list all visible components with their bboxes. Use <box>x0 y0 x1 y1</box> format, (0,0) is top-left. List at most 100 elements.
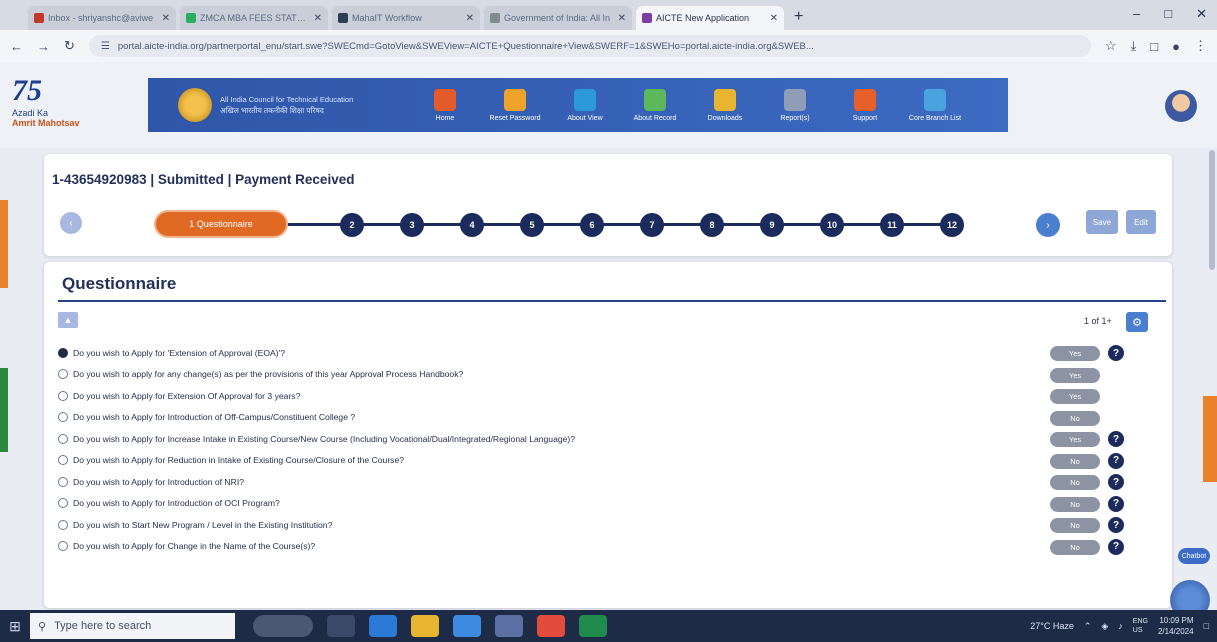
step-10[interactable]: 10 <box>820 213 844 237</box>
browser-tab[interactable]: Inbox - shriyanshc@aviwe ✕ <box>28 6 176 30</box>
mail-icon[interactable] <box>453 615 481 637</box>
taskbar-search[interactable]: ⚲ Type here to search <box>30 613 235 639</box>
reload-icon[interactable]: ↻ <box>64 38 75 54</box>
forward-icon[interactable]: → <box>37 39 50 54</box>
close-icon[interactable]: ✕ <box>1196 6 1207 22</box>
answer-toggle[interactable]: Yes <box>1050 432 1100 447</box>
nav-item-support[interactable]: Support <box>830 88 900 122</box>
help-icon[interactable]: ? <box>1108 538 1124 555</box>
row-select-radio[interactable] <box>58 390 68 401</box>
step-2[interactable]: 2 <box>340 213 364 237</box>
nav-item-home[interactable]: Home <box>410 88 480 122</box>
save-button[interactable]: Save <box>1086 210 1118 234</box>
maximize-icon[interactable]: □ <box>1164 6 1172 22</box>
chrome-icon[interactable] <box>537 615 565 637</box>
answer-toggle[interactable]: Yes <box>1050 346 1100 361</box>
step-active-questionnaire[interactable]: 1 Questionnaire <box>156 212 286 236</box>
row-select-radio[interactable] <box>58 347 68 358</box>
excel-icon[interactable] <box>579 615 607 637</box>
menu-icon[interactable]: ⋮ <box>1194 38 1207 54</box>
question-row[interactable]: Do you wish to Apply for 'Extension of A… <box>58 342 1168 364</box>
answer-toggle[interactable]: No <box>1050 496 1100 512</box>
volume-icon[interactable]: ♪ <box>1118 621 1123 631</box>
nav-item-downloads[interactable]: Downloads <box>690 88 760 122</box>
question-row[interactable]: Do you wish to Start New Program / Level… <box>58 514 1168 536</box>
collapse-icon[interactable]: ▲ <box>58 312 78 328</box>
help-icon[interactable]: ? <box>1108 431 1124 447</box>
network-icon[interactable]: ◈ <box>1101 621 1108 632</box>
chatbot-label[interactable]: Chatbot <box>1178 548 1210 564</box>
help-icon[interactable]: ? <box>1108 474 1124 490</box>
row-select-radio[interactable] <box>58 412 68 423</box>
minimize-icon[interactable]: – <box>1133 6 1140 22</box>
windows-start-icon[interactable]: ⊞ <box>0 610 30 642</box>
nav-item-report-s-[interactable]: Report(s) <box>760 88 830 122</box>
browser-tab[interactable]: AICTE New Application ✕ <box>636 6 784 30</box>
url-field[interactable]: ☰ portal.aicte-india.org/partnerportal_e… <box>88 35 1091 57</box>
question-row[interactable]: Do you wish to Apply for Introduction of… <box>58 471 1168 493</box>
store-icon[interactable] <box>495 615 523 637</box>
tab-close-icon[interactable]: ✕ <box>466 13 474 24</box>
notifications-icon[interactable]: □ <box>1204 621 1209 631</box>
row-select-radio[interactable] <box>58 476 68 487</box>
answer-toggle[interactable]: Yes <box>1050 367 1100 383</box>
site-info-icon[interactable]: ☰ <box>101 41 110 52</box>
step-6[interactable]: 6 <box>580 213 604 237</box>
browser-tab[interactable]: MahaIT Workflow ✕ <box>332 6 480 30</box>
row-select-radio[interactable] <box>58 498 68 509</box>
question-row[interactable]: Do you wish to Apply for Introduction of… <box>58 407 1168 429</box>
tab-close-icon[interactable]: ✕ <box>314 13 322 24</box>
new-tab-button[interactable]: + <box>794 8 803 26</box>
next-step-button[interactable]: › <box>1036 213 1060 237</box>
sidepanel-icon[interactable]: □ <box>1150 39 1158 54</box>
answer-toggle[interactable]: No <box>1050 518 1100 533</box>
answer-toggle[interactable]: Yes <box>1050 389 1100 404</box>
settings-gear-icon[interactable]: ⚙ <box>1126 312 1148 332</box>
page-scrollbar[interactable] <box>1209 150 1215 270</box>
step-11[interactable]: 11 <box>880 213 904 237</box>
back-icon[interactable]: ← <box>10 39 23 54</box>
question-row[interactable]: Do you wish to Apply for Increase Intake… <box>58 428 1168 450</box>
nav-item-about-view[interactable]: About View <box>550 88 620 122</box>
profile-icon[interactable]: ● <box>1172 39 1180 54</box>
row-select-radio[interactable] <box>58 433 68 444</box>
tab-close-icon[interactable]: ✕ <box>618 13 626 24</box>
nav-item-core-branch-list[interactable]: Core Branch List <box>900 88 970 122</box>
task-view-icon[interactable] <box>327 615 355 637</box>
step-8[interactable]: 8 <box>700 213 724 237</box>
browser-tab[interactable]: Government of India: All In ✕ <box>484 6 632 30</box>
answer-toggle[interactable]: No <box>1050 539 1100 555</box>
answer-toggle[interactable]: No <box>1050 410 1100 426</box>
nav-item-about-record[interactable]: About Record <box>620 88 690 122</box>
row-select-radio[interactable] <box>58 519 68 530</box>
help-icon[interactable]: ? <box>1108 452 1124 469</box>
browser-tab[interactable]: ZMCA MBA FEES STATEMENT ✕ <box>180 6 328 30</box>
help-icon[interactable]: ? <box>1108 517 1124 533</box>
widgets-icon[interactable] <box>253 615 313 637</box>
step-4[interactable]: 4 <box>460 213 484 237</box>
language-indicator[interactable]: ENG US <box>1133 617 1148 635</box>
user-avatar[interactable] <box>1165 90 1197 122</box>
row-select-radio[interactable] <box>58 541 68 552</box>
question-row[interactable]: Do you wish to Apply for Introduction of… <box>58 493 1168 515</box>
edge-icon[interactable] <box>369 615 397 637</box>
tab-close-icon[interactable]: ✕ <box>770 13 778 24</box>
row-select-radio[interactable] <box>58 369 68 380</box>
step-5[interactable]: 5 <box>520 213 544 237</box>
weather-widget[interactable]: 27°C Haze <box>1030 621 1074 631</box>
question-row[interactable]: Do you wish to Apply for Extension Of Ap… <box>58 385 1168 407</box>
step-12[interactable]: 12 <box>940 213 964 237</box>
help-icon[interactable]: ? <box>1108 345 1124 361</box>
question-row[interactable]: Do you wish to Apply for Change in the N… <box>58 536 1168 558</box>
edit-button[interactable]: Edit <box>1126 210 1156 234</box>
previous-step-button[interactable]: ‹ <box>60 212 82 234</box>
step-7[interactable]: 7 <box>640 213 664 237</box>
question-row[interactable]: Do you wish to apply for any change(s) a… <box>58 364 1168 386</box>
bookmark-star-icon[interactable]: ☆ <box>1105 38 1117 54</box>
file-explorer-icon[interactable] <box>411 615 439 637</box>
clock[interactable]: 10:09 PM 2/14/2024 <box>1158 615 1194 637</box>
step-3[interactable]: 3 <box>400 213 424 237</box>
tray-chevron-icon[interactable]: ⌃ <box>1084 621 1092 632</box>
step-9[interactable]: 9 <box>760 213 784 237</box>
tab-close-icon[interactable]: ✕ <box>162 13 170 24</box>
